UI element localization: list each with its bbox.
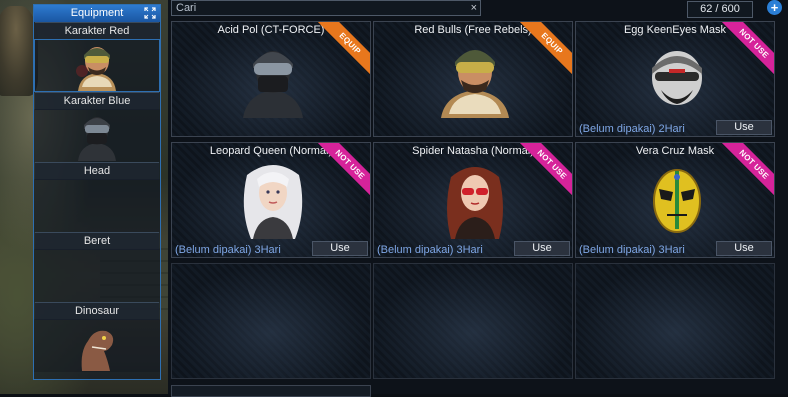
add-slot-button[interactable]: + bbox=[767, 0, 782, 15]
slot-image-empty[interactable] bbox=[34, 179, 160, 232]
item-status: (Belum dipakai) 3Hari bbox=[579, 244, 685, 256]
search-input[interactable] bbox=[172, 1, 456, 15]
item-status: (Belum dipakai) 2Hari bbox=[579, 123, 685, 135]
slot-karakter-red[interactable]: Karakter Red bbox=[34, 22, 160, 92]
slot-label: Karakter Red bbox=[35, 22, 159, 40]
slot-label: Head bbox=[35, 162, 159, 180]
slot-karakter-blue[interactable]: Karakter Blue bbox=[34, 92, 160, 162]
slot-image[interactable] bbox=[34, 319, 160, 372]
acid-pol-avatar-thumb bbox=[78, 117, 116, 161]
item-card[interactable]: Red Bulls (Free Rebels) EQUIP bbox=[373, 21, 573, 137]
bottom-panel bbox=[171, 385, 371, 397]
item-card[interactable]: Spider Natasha (Normal) NOT USE (Belum d… bbox=[373, 142, 573, 258]
egg-mask-portrait bbox=[652, 51, 702, 105]
inventory-grid: Acid Pol (CT-FORCE) EQUIP Red Bulls (Fre… bbox=[171, 21, 775, 379]
empty-item-slot[interactable] bbox=[373, 263, 573, 379]
slot-dinosaur[interactable]: Dinosaur bbox=[34, 302, 160, 372]
item-card[interactable]: Acid Pol (CT-FORCE) EQUIP bbox=[171, 21, 371, 137]
item-card[interactable]: Leopard Queen (Normal) NOT USE (Belum di… bbox=[171, 142, 371, 258]
search-box[interactable]: × bbox=[171, 0, 481, 16]
use-button[interactable]: Use bbox=[716, 241, 772, 256]
vera-cruz-mask-portrait bbox=[653, 169, 701, 233]
equipment-title: Equipment bbox=[34, 5, 160, 22]
empty-item-slot[interactable] bbox=[575, 263, 775, 379]
leopard-queen-portrait bbox=[243, 165, 303, 239]
slot-image-empty[interactable] bbox=[34, 249, 160, 302]
dinosaur-thumb bbox=[81, 330, 114, 371]
use-button[interactable]: Use bbox=[716, 120, 772, 135]
acid-pol-portrait bbox=[243, 51, 303, 118]
slot-beret[interactable]: Beret bbox=[34, 232, 160, 302]
use-button[interactable]: Use bbox=[514, 241, 570, 256]
inventory-counter: 62 / 600 bbox=[687, 1, 753, 18]
slot-image[interactable] bbox=[34, 109, 160, 162]
slot-label: Dinosaur bbox=[35, 302, 159, 320]
clear-icon[interactable]: × bbox=[471, 2, 477, 14]
slot-label: Karakter Blue bbox=[35, 92, 159, 110]
equipment-panel: Equipment Karakter Red Karakter Blue Hea… bbox=[33, 4, 161, 380]
inventory-area: × 62 / 600 + Acid Pol (CT-FORCE) EQUIP R… bbox=[168, 0, 788, 397]
spider-natasha-portrait bbox=[447, 167, 503, 239]
item-status: (Belum dipakai) 3Hari bbox=[377, 244, 483, 256]
slot-label: Beret bbox=[35, 232, 159, 250]
item-card[interactable]: Vera Cruz Mask NOT USE (Belum dipakai) 3… bbox=[575, 142, 775, 258]
red-bulls-avatar-thumb bbox=[76, 47, 116, 91]
expand-arrows-icon[interactable] bbox=[144, 7, 156, 19]
empty-item-slot[interactable] bbox=[171, 263, 371, 379]
red-bulls-portrait bbox=[441, 50, 509, 118]
slot-image[interactable] bbox=[34, 39, 160, 92]
use-button[interactable]: Use bbox=[312, 241, 368, 256]
item-card[interactable]: Egg KeenEyes Mask NOT USE (Belum dipakai… bbox=[575, 21, 775, 137]
equipment-title-label: Equipment bbox=[70, 7, 124, 19]
item-status: (Belum dipakai) 3Hari bbox=[175, 244, 281, 256]
slot-head[interactable]: Head bbox=[34, 162, 160, 232]
